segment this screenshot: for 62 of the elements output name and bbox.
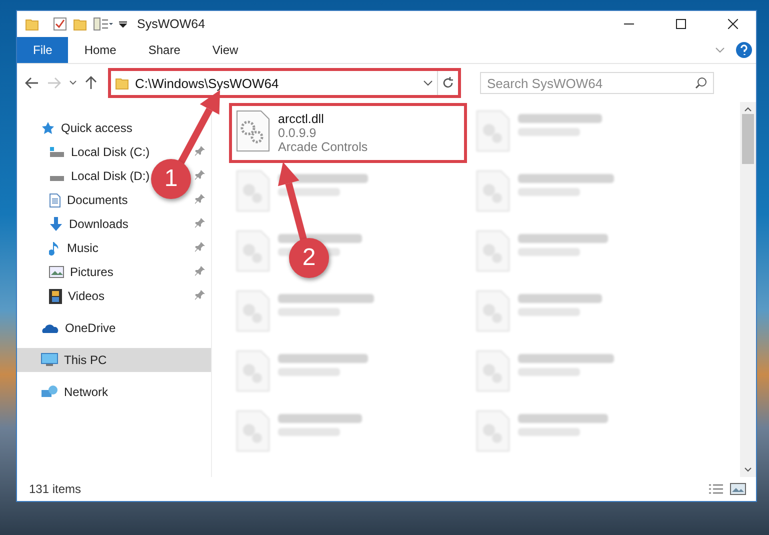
window-title: SysWOW64	[137, 17, 206, 31]
music-note-icon	[49, 240, 61, 256]
pin-icon[interactable]	[195, 218, 205, 228]
caret-icon	[423, 80, 433, 86]
close-icon	[728, 19, 738, 29]
pin-icon[interactable]	[195, 170, 205, 180]
sidebar-item[interactable]: Documents	[67, 193, 128, 207]
sidebar-item[interactable]: Quick access	[61, 121, 132, 135]
pin-icon[interactable]	[195, 266, 205, 276]
scrollbar[interactable]	[740, 102, 756, 477]
maximize-icon	[676, 19, 686, 29]
pin-icon[interactable]	[195, 194, 205, 204]
pin-icon[interactable]	[195, 242, 205, 252]
file-tile[interactable]: arcctl.dll 0.0.9.9 Arcade Controls	[232, 106, 464, 160]
film-icon	[49, 288, 62, 304]
sidebar-item[interactable]: Local Disk (C:)	[71, 145, 150, 159]
scroll-down-icon	[744, 467, 752, 473]
sidebar-item[interactable]: Local Disk (D:)	[71, 169, 150, 183]
network-icon	[41, 385, 58, 399]
forward-arrow-icon	[47, 77, 61, 89]
sidebar-item[interactable]: Pictures	[70, 265, 114, 279]
up-arrow-icon	[85, 76, 97, 90]
file-detail: 0.0.9.9	[278, 126, 318, 140]
drive-icon	[49, 146, 65, 158]
scrollbar-thumb[interactable]	[742, 114, 754, 164]
sidebar-item[interactable]: Videos	[68, 289, 104, 303]
search-icon	[695, 77, 707, 89]
sidebar-item[interactable]: This PC	[64, 353, 107, 367]
large-icons-view-icon[interactable]	[730, 483, 746, 495]
address-bar[interactable]: C:\Windows\SysWOW64	[111, 71, 458, 95]
sidebar-item[interactable]: OneDrive	[65, 321, 116, 335]
star-icon	[41, 121, 55, 135]
document-icon	[49, 192, 61, 208]
sidebar-item[interactable]: Downloads	[69, 217, 128, 231]
cloud-icon	[41, 322, 59, 334]
up-button[interactable]	[83, 74, 99, 92]
file-detail: Arcade Controls	[278, 140, 368, 154]
back-button[interactable]	[23, 75, 41, 91]
help-icon[interactable]	[736, 42, 752, 58]
pin-icon[interactable]	[195, 146, 205, 156]
search-field[interactable]: Search SysWOW64	[480, 72, 714, 94]
folder-icon	[73, 17, 87, 31]
sidebar-item[interactable]: Network	[64, 385, 108, 399]
ribbon-tab[interactable]: File	[17, 37, 68, 63]
folder-icon	[115, 76, 129, 90]
gear-file-icon	[236, 110, 270, 152]
checklist-icon[interactable]	[53, 17, 67, 31]
scroll-up-icon	[744, 106, 752, 112]
caret-icon	[69, 80, 77, 86]
item-count: 131 items	[29, 482, 82, 496]
picture-icon	[49, 266, 64, 278]
pin-icon[interactable]	[195, 290, 205, 300]
monitor-icon	[41, 353, 58, 367]
refresh-icon	[442, 77, 454, 89]
download-arrow-icon	[49, 216, 63, 232]
dropdown-icon[interactable]	[119, 20, 127, 28]
file-name: arcctl.dll	[278, 112, 325, 126]
sidebar-item[interactable]: Music	[67, 241, 98, 255]
folder-icon	[25, 17, 39, 31]
back-arrow-icon	[25, 77, 39, 89]
details-view-icon[interactable]	[708, 483, 724, 495]
properties-icon[interactable]	[93, 17, 113, 31]
